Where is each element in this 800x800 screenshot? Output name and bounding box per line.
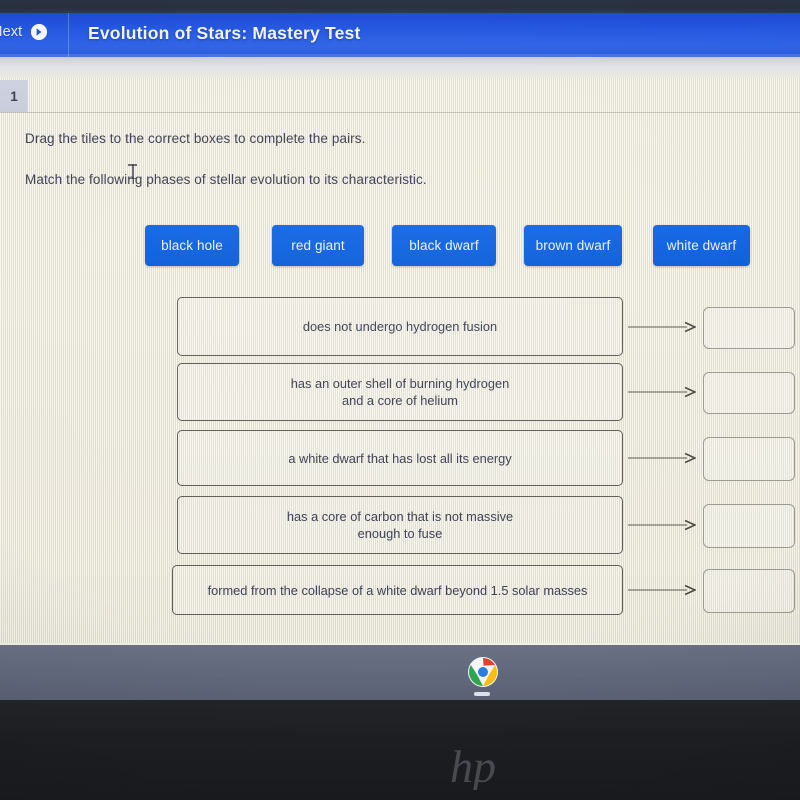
draggable-tile[interactable]: brown dwarf — [524, 225, 622, 266]
draggable-tile[interactable]: red giant — [272, 225, 364, 266]
question-number-tab[interactable]: 1 — [0, 80, 28, 112]
question-tab-rule — [0, 112, 800, 113]
characteristic-text-line: formed from the collapse of a white dwar… — [207, 582, 588, 598]
characteristic-text: formed from the collapse of a white dwar… — [208, 582, 588, 599]
pair-arrow-icon — [628, 584, 696, 596]
characteristic-box: has a core of carbon that is not massive… — [177, 496, 623, 554]
characteristic-text-line: a white dwarf that has lost all its ener… — [288, 450, 512, 466]
match-row: does not undergo hydrogen fusion — [0, 297, 800, 356]
characteristic-box: does not undergo hydrogen fusion — [177, 297, 623, 356]
page-title: Evolution of Stars: Mastery Test — [88, 23, 361, 43]
characteristic-text-line: has an outer shell of burning hydrogen — [290, 376, 510, 391]
draggable-tile[interactable]: white dwarf — [653, 225, 750, 266]
header-divider — [68, 13, 69, 57]
characteristic-box: has an outer shell of burning hydrogen an… — [177, 363, 623, 421]
app-header: Next Evolution of Stars: Mastery Test — [0, 13, 800, 57]
answer-drop-box[interactable] — [703, 307, 795, 349]
next-button-label: Next — [0, 24, 23, 40]
chrome-browser-icon[interactable] — [467, 656, 499, 688]
screenshot-root: Next Evolution of Stars: Mastery Test 1 … — [0, 0, 800, 800]
draggable-tiles-row: black hole red giant black dwarf brown dwar… — [0, 225, 800, 269]
characteristic-box: a white dwarf that has lost all its ener… — [177, 430, 623, 486]
characteristic-text: has an outer shell of burning hydrogen an… — [291, 375, 509, 409]
match-row: has an outer shell of burning hydrogen an… — [0, 363, 800, 421]
laptop-bezel — [0, 700, 800, 800]
instruction-match-phases: Match the following phases of stellar ev… — [25, 172, 427, 187]
characteristic-text: has a core of carbon that is not massive… — [287, 508, 513, 542]
header-underbar — [0, 57, 800, 79]
characteristic-text-line: has a core of carbon that is not massive — [286, 509, 514, 524]
answer-drop-box[interactable] — [703, 437, 795, 481]
shelf-active-indicator — [474, 692, 490, 696]
hp-logo: hp — [450, 742, 512, 790]
characteristic-text-line: does not undergo hydrogen fusion — [302, 319, 498, 334]
match-row: has a core of carbon that is not massive… — [0, 496, 800, 554]
draggable-tile[interactable]: black dwarf — [392, 225, 496, 266]
answer-drop-box[interactable] — [703, 372, 795, 414]
answer-drop-box[interactable] — [703, 504, 795, 548]
circle-arrow-right-icon — [31, 24, 48, 40]
draggable-tile[interactable]: black hole — [145, 225, 239, 266]
characteristic-box: formed from the collapse of a white dwar… — [172, 565, 623, 615]
match-row: formed from the collapse of a white dwar… — [0, 565, 800, 615]
characteristic-text: a white dwarf that has lost all its ener… — [288, 450, 511, 467]
pair-arrow-icon — [628, 321, 696, 333]
match-row: a white dwarf that has lost all its ener… — [0, 430, 800, 486]
pair-arrow-icon — [628, 386, 696, 398]
question-page-body — [0, 77, 800, 643]
characteristic-text-line: and a core of helium — [342, 393, 458, 408]
answer-drop-box[interactable] — [703, 569, 795, 613]
characteristic-text: does not undergo hydrogen fusion — [303, 318, 497, 335]
screen-top-strip — [0, 0, 800, 14]
pair-arrow-icon — [628, 452, 696, 464]
question-number-label: 1 — [10, 88, 18, 104]
instruction-drag-tiles: Drag the tiles to the correct boxes to c… — [25, 131, 366, 146]
characteristic-text-line: enough to fuse — [357, 526, 443, 541]
next-button[interactable]: Next — [0, 24, 48, 40]
chromeos-shelf — [0, 643, 800, 702]
pair-arrow-icon — [628, 519, 696, 531]
svg-text:hp: hp — [450, 742, 496, 790]
